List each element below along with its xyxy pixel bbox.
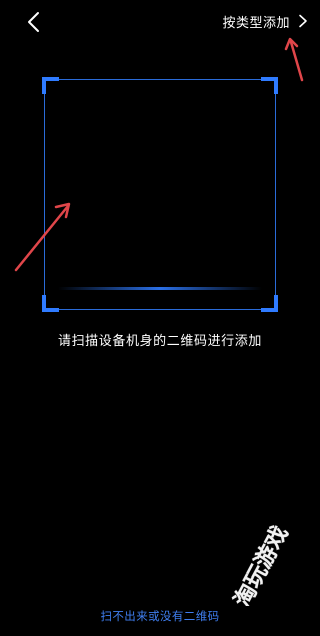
scan-frame (42, 77, 278, 312)
no-qr-code-link[interactable]: 扫不出来或没有二维码 (0, 608, 320, 624)
back-button[interactable] (20, 8, 48, 36)
scan-frame-edge (44, 79, 276, 80)
scan-corner-bottom-left (42, 295, 59, 312)
scan-corner-bottom-right (261, 295, 278, 312)
scan-corner-top-left (42, 77, 59, 94)
scan-frame-edge (44, 309, 276, 310)
scan-line (58, 287, 262, 290)
add-by-type-label: 按类型添加 (222, 15, 290, 31)
scan-hint: 请扫描设备机身的二维码进行添加 (57, 334, 262, 349)
chevron-left-icon (28, 12, 39, 32)
svg-text:淘玩游戏: 淘玩游戏 (229, 522, 293, 606)
scan-frame-edge (275, 79, 276, 310)
watermark-logo: 淘玩游戏 (229, 521, 294, 606)
chevron-right-icon (299, 14, 307, 28)
add-by-type-button[interactable]: 按类型添加 (222, 11, 308, 31)
annotation-arrow-frame (14, 202, 71, 272)
scan-corner-top-right (261, 77, 278, 94)
annotation-arrow-top-right (284, 37, 304, 82)
